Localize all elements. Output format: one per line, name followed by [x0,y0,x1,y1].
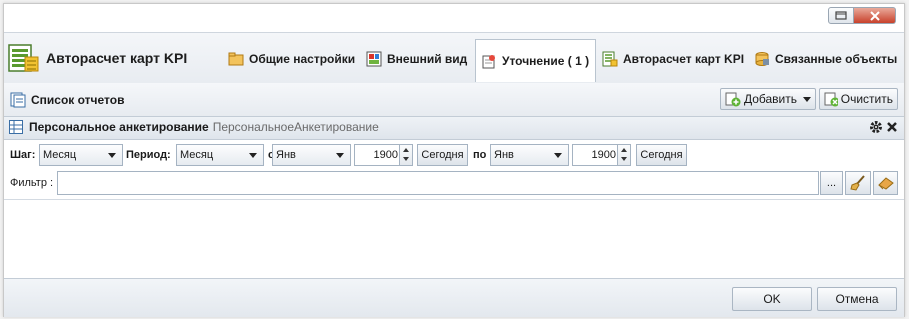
gear-icon[interactable] [869,120,883,134]
filter-clear-button[interactable] [873,171,898,195]
period-label: Период: [126,149,171,161]
filter-input[interactable] [57,171,819,195]
eraser-icon [877,177,894,190]
add-button[interactable]: Добавить [720,88,816,110]
tab-label: Уточнение ( 1 ) [502,54,590,68]
app-title: Авторасчет карт KPI [46,50,188,66]
to-today-button[interactable]: Сегодня [636,144,687,166]
tab-label: Общие настройки [249,52,356,66]
tab-bar: Авторасчет карт KPI Общие настройки Внеш… [4,32,904,84]
tab-label: Связанные объекты [775,52,898,66]
panel-title: Персональное анкетирование [29,120,209,134]
chevron-down-icon [108,153,116,158]
kpi-app-icon [8,44,39,72]
chevron-down-icon [336,153,344,158]
filter-refine-icon [482,55,495,69]
filter-edit-button[interactable] [845,171,871,195]
tab-kpi-calc[interactable]: Авторасчет карт KPI [602,47,744,71]
clear-button[interactable]: Очистить [819,88,898,110]
filter-row: Фильтр : ... [4,171,904,195]
restore-button[interactable] [828,7,854,24]
tab-general-settings[interactable]: Общие настройки [228,47,355,71]
tab-linked-objects[interactable]: Связанные объекты [754,47,897,71]
tab-refinement[interactable]: Уточнение ( 1 ) [475,39,596,82]
to-year-input[interactable]: 1900 [572,144,631,166]
app-header: Авторасчет карт KPI [8,43,187,73]
chevron-down-icon [554,153,562,158]
clear-icon [824,92,838,107]
restore-icon [835,11,847,20]
title-bar [4,4,904,32]
kpi-calc-icon [602,51,618,67]
to-label: по [473,149,487,161]
settings-folder-icon [228,52,244,66]
step-label: Шаг: [10,149,36,161]
close-button[interactable] [854,7,896,24]
filter-browse-button[interactable]: ... [820,171,843,195]
ok-button[interactable]: OK [732,287,812,311]
year-spinner[interactable] [617,145,630,165]
tab-label: Авторасчет карт KPI [623,52,745,66]
appearance-icon [366,51,382,67]
year-spinner[interactable] [399,145,412,165]
chevron-down-icon [249,153,257,158]
tab-label: Внешний вид [387,52,468,66]
step-select[interactable]: Месяц [39,144,123,166]
report-panel-header: Персональное анкетирование ПерсональноеА… [4,117,904,140]
dialog-window: Авторасчет карт KPI Общие настройки Внеш… [3,3,905,317]
report-grid-icon [9,120,23,134]
add-icon [725,92,741,107]
reports-toolbar: Список отчетов Добавить Очистить [4,83,904,117]
dialog-footer: OK Отмена [4,278,904,317]
broom-icon [850,175,865,191]
to-month-select[interactable]: Янв [490,144,569,166]
linked-objects-icon [755,52,769,66]
chevron-down-icon [803,96,811,102]
period-row: Шаг: Месяц Период: Месяц с Янв 1900 Сего… [4,144,904,168]
close-icon[interactable] [886,120,898,134]
report-list-icon [10,92,26,108]
panel-subtitle: ПерсональноеАнкетирование [212,120,379,134]
tab-appearance[interactable]: Внешний вид [366,47,467,71]
from-month-select[interactable]: Янв [272,144,351,166]
from-today-button[interactable]: Сегодня [417,144,468,166]
close-icon [869,10,880,21]
report-content-area [4,199,904,278]
filter-label: Фильтр : [10,177,54,189]
period-select[interactable]: Месяц [176,144,264,166]
reports-list-title: Список отчетов [10,92,124,108]
from-year-input[interactable]: 1900 [354,144,413,166]
cancel-button[interactable]: Отмена [817,287,897,311]
